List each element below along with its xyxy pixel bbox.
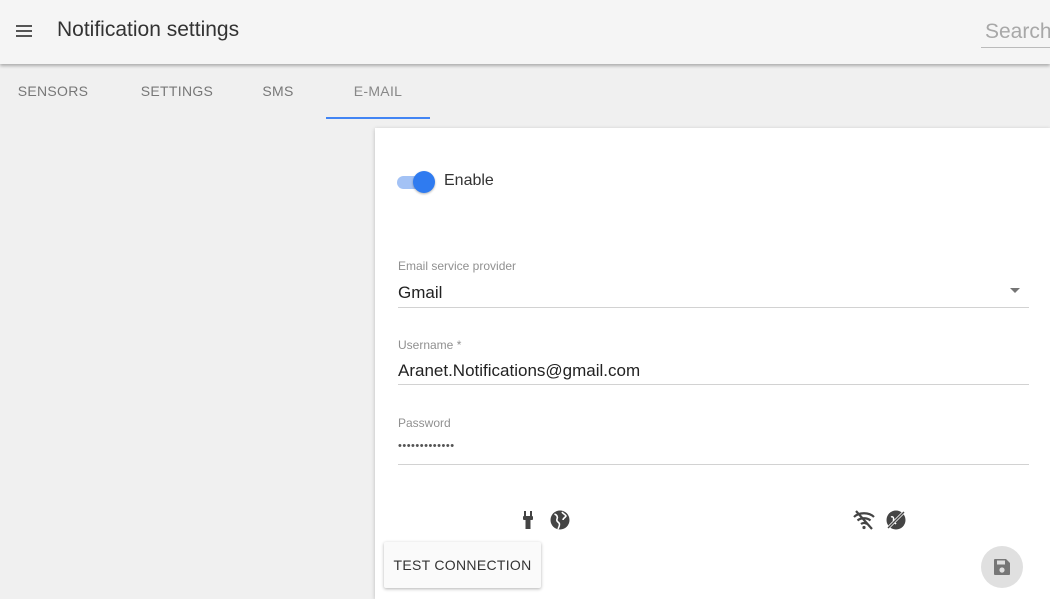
username-label: Username * — [398, 338, 462, 352]
tab-email[interactable]: E-MAIL — [326, 64, 430, 120]
save-icon — [994, 559, 1010, 575]
provider-underline — [398, 307, 1029, 308]
active-tab-indicator — [326, 117, 430, 119]
globe-icon — [550, 510, 570, 530]
username-underline — [398, 384, 1029, 385]
enable-toggle[interactable] — [395, 171, 437, 193]
search-input[interactable] — [981, 16, 1050, 48]
search-box[interactable] — [981, 16, 1050, 50]
app-bar: Notification settings — [0, 0, 1050, 64]
toggle-thumb — [413, 171, 435, 193]
username-field[interactable]: Aranet.Notifications@gmail.com — [398, 361, 640, 381]
password-field[interactable]: ••••••••••••• — [398, 440, 455, 452]
test-connection-button[interactable]: TEST CONNECTION — [384, 542, 541, 588]
save-button[interactable] — [981, 546, 1023, 588]
password-underline — [398, 464, 1029, 465]
wifi-off-icon — [853, 510, 875, 530]
password-label: Password — [398, 416, 451, 430]
tab-settings[interactable]: SETTINGS — [126, 64, 228, 120]
provider-select[interactable]: Gmail — [398, 283, 442, 303]
tab-sms[interactable]: SMS — [248, 64, 308, 120]
page-title: Notification settings — [57, 18, 240, 41]
enable-label: Enable — [444, 172, 494, 189]
tab-sensors[interactable]: SENSORS — [0, 64, 106, 120]
tab-bar: SENSORS SETTINGS SMS E-MAIL — [0, 64, 1050, 120]
no-connection-icon — [886, 510, 906, 530]
menu-icon[interactable] — [16, 24, 32, 38]
plug-icon — [523, 511, 533, 529]
provider-label: Email service provider — [398, 259, 517, 273]
chevron-down-icon[interactable] — [1010, 288, 1020, 293]
